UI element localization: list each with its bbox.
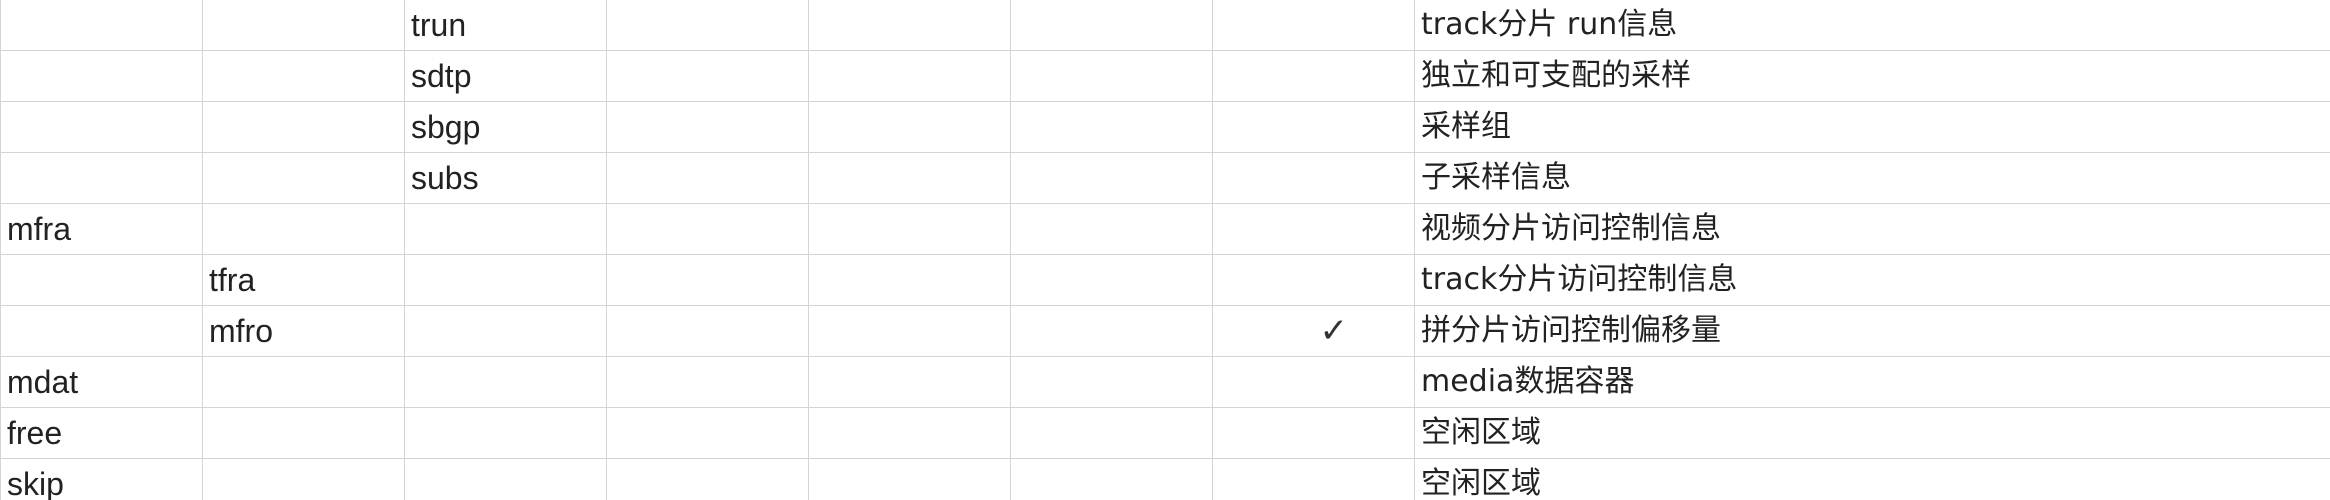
cell-box-level-1[interactable] bbox=[0, 152, 203, 204]
cell-box-level-2[interactable]: tfra bbox=[202, 254, 405, 306]
cell-empty[interactable] bbox=[1010, 458, 1213, 500]
cell-box-level-3[interactable] bbox=[404, 458, 607, 500]
cell-box-level-3[interactable] bbox=[404, 254, 607, 306]
cell-description[interactable]: 拼分片访问控制偏移量 bbox=[1414, 305, 2330, 357]
cell-empty[interactable] bbox=[606, 101, 809, 153]
cell-empty[interactable] bbox=[1010, 356, 1213, 408]
cell-empty[interactable] bbox=[808, 0, 1011, 51]
cell-empty[interactable] bbox=[808, 254, 1011, 306]
cell-box-level-1[interactable]: mfra bbox=[0, 203, 203, 255]
cell-description[interactable]: 空闲区域 bbox=[1414, 407, 2330, 459]
cell-box-level-1[interactable] bbox=[0, 305, 203, 357]
table-row: sdtp 独立和可支配的采样 bbox=[0, 50, 2330, 102]
cell-required-check[interactable] bbox=[1212, 356, 1415, 408]
cell-empty[interactable] bbox=[606, 458, 809, 500]
cell-empty[interactable] bbox=[606, 50, 809, 102]
cell-description[interactable]: track分片访问控制信息 bbox=[1414, 254, 2330, 306]
cell-empty[interactable] bbox=[808, 407, 1011, 459]
cell-description[interactable]: 子采样信息 bbox=[1414, 152, 2330, 204]
cell-required-check[interactable] bbox=[1212, 152, 1415, 204]
cell-description[interactable]: track分片 run信息 bbox=[1414, 0, 2330, 51]
table-row: sbgp 采样组 bbox=[0, 101, 2330, 153]
cell-required-check[interactable]: ✓ bbox=[1212, 305, 1415, 357]
cell-empty[interactable] bbox=[1010, 203, 1213, 255]
table-row: mfra 视频分片访问控制信息 bbox=[0, 203, 2330, 255]
table-body: trun track分片 run信息 sdtp 独立和可支配的采样 sbgp 采样组 sub… bbox=[0, 0, 2330, 500]
box-structure-table: trun track分片 run信息 sdtp 独立和可支配的采样 sbgp 采样组 sub… bbox=[0, 0, 2330, 500]
cell-empty[interactable] bbox=[1010, 407, 1213, 459]
cell-empty[interactable] bbox=[808, 203, 1011, 255]
cell-empty[interactable] bbox=[808, 50, 1011, 102]
cell-box-level-1[interactable] bbox=[0, 101, 203, 153]
cell-required-check[interactable] bbox=[1212, 101, 1415, 153]
cell-box-level-3[interactable] bbox=[404, 305, 607, 357]
cell-box-level-3[interactable]: sdtp bbox=[404, 50, 607, 102]
cell-empty[interactable] bbox=[808, 305, 1011, 357]
cell-description[interactable]: media数据容器 bbox=[1414, 356, 2330, 408]
cell-box-level-3[interactable]: subs bbox=[404, 152, 607, 204]
cell-required-check[interactable] bbox=[1212, 254, 1415, 306]
spreadsheet: trun track分片 run信息 sdtp 独立和可支配的采样 sbgp 采样组 sub… bbox=[0, 0, 2330, 500]
cell-box-level-3[interactable] bbox=[404, 203, 607, 255]
cell-box-level-1[interactable] bbox=[0, 50, 203, 102]
table-row: mdat media数据容器 bbox=[0, 356, 2330, 408]
cell-empty[interactable] bbox=[808, 356, 1011, 408]
cell-empty[interactable] bbox=[1010, 101, 1213, 153]
cell-empty[interactable] bbox=[1010, 152, 1213, 204]
cell-box-level-2[interactable]: mfro bbox=[202, 305, 405, 357]
cell-box-level-1[interactable]: mdat bbox=[0, 356, 203, 408]
cell-box-level-1[interactable] bbox=[0, 254, 203, 306]
cell-box-level-2[interactable] bbox=[202, 101, 405, 153]
cell-empty[interactable] bbox=[606, 254, 809, 306]
cell-empty[interactable] bbox=[606, 305, 809, 357]
cell-required-check[interactable] bbox=[1212, 407, 1415, 459]
table-row: free 空闲区域 bbox=[0, 407, 2330, 459]
cell-box-level-2[interactable] bbox=[202, 203, 405, 255]
table-row: skip 空闲区域 bbox=[0, 458, 2330, 500]
cell-empty[interactable] bbox=[1010, 50, 1213, 102]
table-row: mfro ✓ 拼分片访问控制偏移量 bbox=[0, 305, 2330, 357]
cell-box-level-3[interactable] bbox=[404, 356, 607, 408]
cell-empty[interactable] bbox=[808, 101, 1011, 153]
cell-box-level-3[interactable]: sbgp bbox=[404, 101, 607, 153]
cell-required-check[interactable] bbox=[1212, 203, 1415, 255]
cell-empty[interactable] bbox=[1010, 254, 1213, 306]
cell-description[interactable]: 空闲区域 bbox=[1414, 458, 2330, 500]
cell-box-level-2[interactable] bbox=[202, 50, 405, 102]
cell-box-level-1[interactable] bbox=[0, 0, 203, 51]
cell-box-level-2[interactable] bbox=[202, 152, 405, 204]
cell-description[interactable]: 视频分片访问控制信息 bbox=[1414, 203, 2330, 255]
cell-empty[interactable] bbox=[1010, 305, 1213, 357]
cell-empty[interactable] bbox=[606, 356, 809, 408]
cell-empty[interactable] bbox=[808, 458, 1011, 500]
table-row: subs 子采样信息 bbox=[0, 152, 2330, 204]
cell-description[interactable]: 独立和可支配的采样 bbox=[1414, 50, 2330, 102]
cell-description[interactable]: 采样组 bbox=[1414, 101, 2330, 153]
table-row: trun track分片 run信息 bbox=[0, 0, 2330, 51]
cell-empty[interactable] bbox=[606, 0, 809, 51]
cell-box-level-3[interactable]: trun bbox=[404, 0, 607, 51]
cell-empty[interactable] bbox=[606, 203, 809, 255]
cell-empty[interactable] bbox=[606, 407, 809, 459]
cell-required-check[interactable] bbox=[1212, 50, 1415, 102]
cell-box-level-2[interactable] bbox=[202, 407, 405, 459]
cell-box-level-3[interactable] bbox=[404, 407, 607, 459]
table-row: tfra track分片访问控制信息 bbox=[0, 254, 2330, 306]
cell-required-check[interactable] bbox=[1212, 458, 1415, 500]
cell-required-check[interactable] bbox=[1212, 0, 1415, 51]
cell-box-level-1[interactable]: skip bbox=[0, 458, 203, 500]
cell-empty[interactable] bbox=[808, 152, 1011, 204]
cell-box-level-2[interactable] bbox=[202, 0, 405, 51]
cell-box-level-1[interactable]: free bbox=[0, 407, 203, 459]
cell-box-level-2[interactable] bbox=[202, 458, 405, 500]
cell-empty[interactable] bbox=[606, 152, 809, 204]
cell-box-level-2[interactable] bbox=[202, 356, 405, 408]
cell-empty[interactable] bbox=[1010, 0, 1213, 51]
